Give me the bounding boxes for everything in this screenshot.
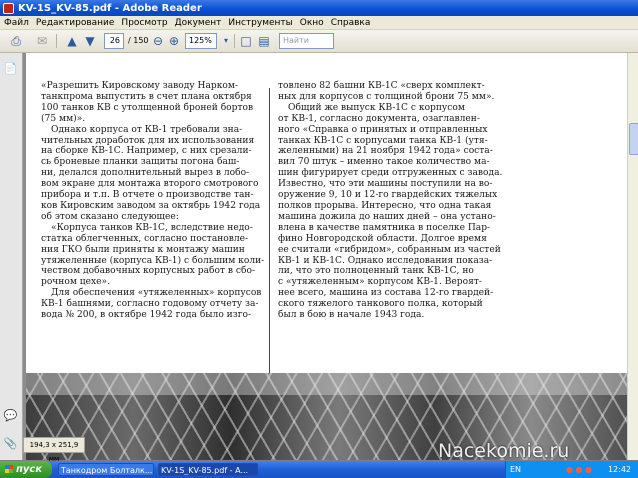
title-bar: KV-1S_KV-85.pdf - Adobe Reader xyxy=(0,0,638,16)
zoom-in-icon[interactable]: ⊕ xyxy=(166,33,182,49)
zoom-dropdown-icon[interactable]: ▾ xyxy=(218,33,234,49)
menu-tools[interactable]: Инструменты xyxy=(228,18,292,28)
taskbar: пуск Танкодром Болталк... KV-1S_KV-85.pd… xyxy=(0,461,638,478)
paragraph: Однако корпуса от КВ-1 требовали зна- чи… xyxy=(41,124,261,222)
language-indicator[interactable]: EN xyxy=(510,461,521,478)
start-label: пуск xyxy=(16,464,43,475)
left-navigation-pane: 📄 💬 📎 xyxy=(0,53,23,460)
watermark: Nacekomie.ru xyxy=(438,440,570,462)
document-viewer[interactable]: «Разрешить Кировскому заводу Нарком- тан… xyxy=(23,53,627,460)
right-text-column: товлено 82 башни КВ-1С «сверх комплект- … xyxy=(278,81,512,321)
tray-icons[interactable]: ● ● ● xyxy=(566,461,592,478)
toolbar-separator xyxy=(234,34,235,48)
email-icon[interactable]: ✉ xyxy=(34,33,50,49)
comments-icon[interactable]: 💬 xyxy=(3,408,18,423)
column-divider xyxy=(269,88,270,376)
page-count: / 150 xyxy=(128,36,149,45)
windows-logo-icon xyxy=(5,465,13,473)
print-icon[interactable]: ⎙ xyxy=(8,33,24,49)
menu-edit[interactable]: Редактирование xyxy=(36,18,115,28)
menu-view[interactable]: Просмотр xyxy=(121,18,167,28)
search-input[interactable]: Найти xyxy=(279,33,334,49)
page-size-status: 194,3 x 251,9 мм xyxy=(23,437,85,463)
menu-help[interactable]: Справка xyxy=(331,18,371,28)
menu-window[interactable]: Окно xyxy=(300,18,324,28)
paragraph: Общий же выпуск КВ-1С с корпусом от КВ-1… xyxy=(278,102,503,321)
fit-width-icon[interactable]: ▤ xyxy=(256,33,272,49)
clock: 12:42 xyxy=(607,465,631,474)
menu-file[interactable]: Файл xyxy=(4,18,29,28)
start-button[interactable]: пуск xyxy=(0,461,52,478)
adobe-reader-icon xyxy=(3,2,14,14)
paragraph: Для обеспечения «утяжеленных» корпусов К… xyxy=(41,288,262,321)
toolbar: ⎙ ✉ ▲ ▼ 26 / 150 ⊖ ⊕ 125% ▾ □ ▤ Найти xyxy=(0,30,638,53)
left-text-column: «Разрешить Кировскому заводу Нарком- тан… xyxy=(41,81,269,321)
toolbar-separator xyxy=(56,34,57,48)
page-down-icon[interactable]: ▼ xyxy=(82,33,98,49)
pages-panel-icon[interactable]: 📄 xyxy=(3,61,18,76)
scrollbar-thumb[interactable] xyxy=(629,123,638,155)
menu-document[interactable]: Документ xyxy=(175,18,222,28)
menu-bar: Файл Редактирование Просмотр Документ Ин… xyxy=(0,16,638,30)
paragraph: «Разрешить Кировскому заводу Нарком- тан… xyxy=(41,81,254,124)
paragraph: «Корпуса танков КВ-1С, вследствие недо- … xyxy=(41,222,265,288)
zoom-out-icon[interactable]: ⊖ xyxy=(150,33,166,49)
attachments-icon[interactable]: 📎 xyxy=(3,436,18,451)
vertical-scrollbar[interactable] xyxy=(627,53,638,460)
page-up-icon[interactable]: ▲ xyxy=(64,33,80,49)
paragraph: товлено 82 башни КВ-1С «сверх комплект- … xyxy=(278,81,495,102)
taskbar-item[interactable]: Танкодром Болталк... xyxy=(58,463,154,476)
zoom-input[interactable]: 125% xyxy=(185,33,217,49)
taskbar-item-active[interactable]: KV-1S_KV-85.pdf - A... xyxy=(158,463,258,476)
page-number-input[interactable]: 26 xyxy=(104,33,124,49)
fit-page-icon[interactable]: □ xyxy=(238,33,254,49)
window-title: KV-1S_KV-85.pdf - Adobe Reader xyxy=(18,2,202,14)
pdf-page: «Разрешить Кировскому заводу Нарком- тан… xyxy=(26,53,627,460)
system-tray: EN ● ● ● 12:42 xyxy=(505,461,638,478)
